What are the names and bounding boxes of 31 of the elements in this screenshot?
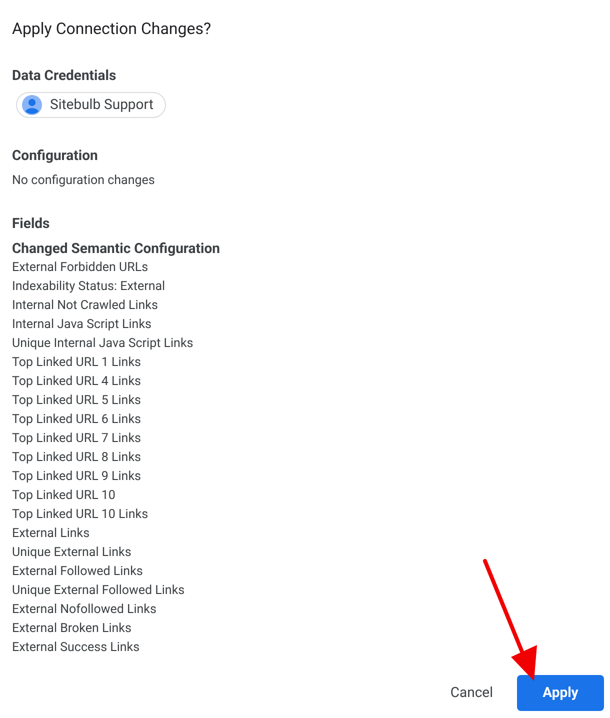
account-name: Sitebulb Support [50, 97, 154, 113]
configuration-text: No configuration changes [12, 172, 156, 190]
field-name: Top Linked URL 1 Links [12, 354, 142, 372]
apply-button[interactable]: Apply [517, 675, 604, 711]
field-name: External Nofollowed Links [12, 601, 158, 619]
field-name: Top Linked URL 10 [12, 487, 116, 505]
field-name: Unique Internal Java Script Links [12, 335, 194, 353]
field-name: External Followed Links [12, 563, 144, 581]
field-name: Internal Java Script Links [12, 316, 152, 334]
field-name: Unique External Links [12, 544, 132, 562]
field-name: Internal Not Crawled Links [12, 297, 159, 315]
field-name: External Links [12, 525, 91, 543]
field-name: External Forbidden URLs [12, 259, 150, 277]
field-name: Top Linked URL 6 Links [12, 411, 142, 429]
section-heading: Configuration [12, 147, 99, 165]
field-name: Top Linked URL 10 Links [12, 506, 150, 524]
field-name: External Success Links [12, 639, 141, 657]
dialog-title: Apply Connection Changes? [12, 18, 212, 40]
section-heading: Fields [12, 215, 51, 233]
field-name: Top Linked URL 8 Links [12, 449, 142, 467]
field-name: External Broken Links [12, 620, 132, 638]
field-name: Unique External Followed Links [12, 582, 186, 600]
cancel-button[interactable]: Cancel [450, 677, 493, 709]
field-name: Top Linked URL 9 Links [12, 468, 142, 486]
field-name: Indexability Status: External [12, 278, 166, 296]
subheading: Changed Semantic Configuration [12, 240, 221, 258]
field-name: Top Linked URL 7 Links [12, 430, 142, 448]
avatar-icon [22, 95, 42, 115]
section-heading: Data Credentials [12, 67, 118, 85]
field-name: Top Linked URL 5 Links [12, 392, 142, 410]
field-name: Top Linked URL 4 Links [12, 373, 142, 391]
